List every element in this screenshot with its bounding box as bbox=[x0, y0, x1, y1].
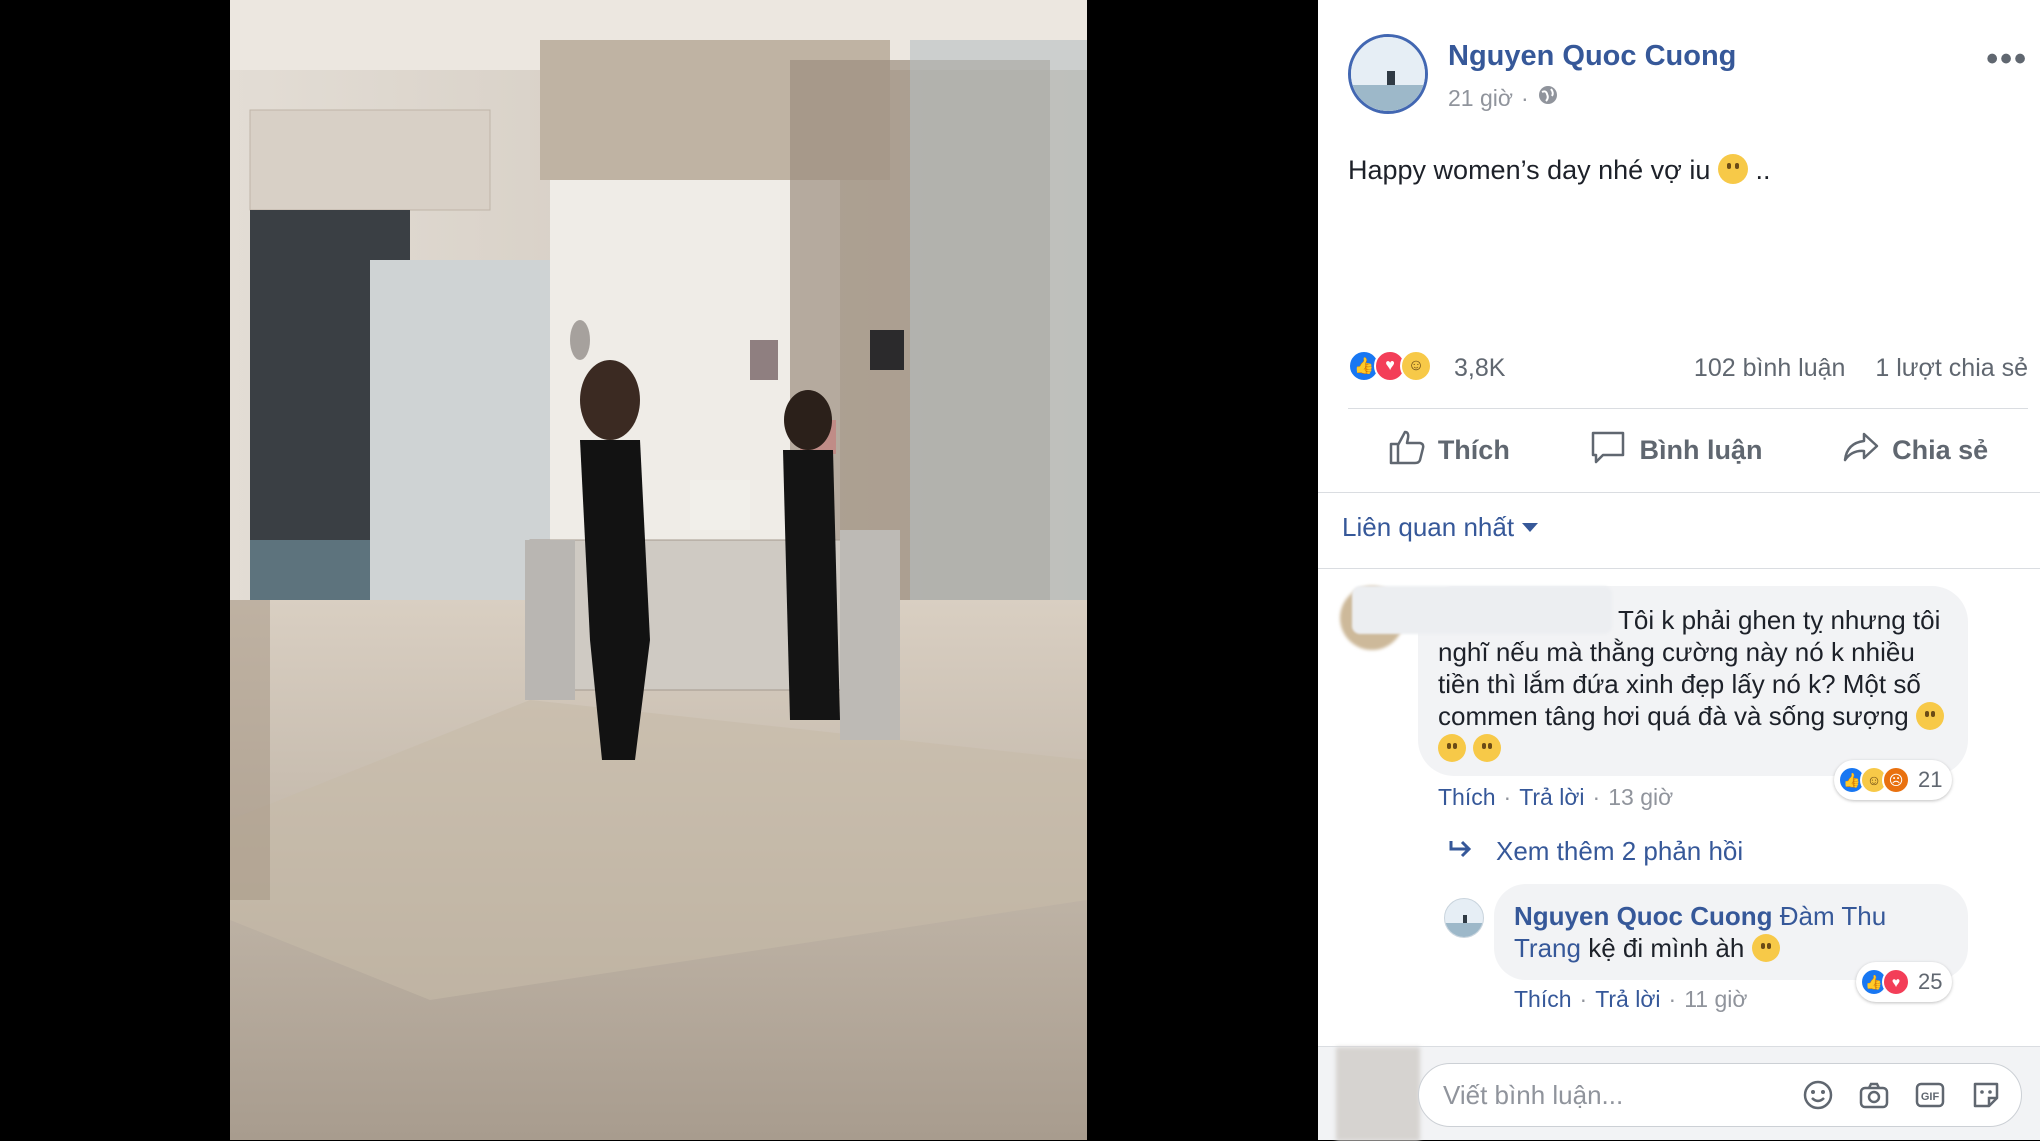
comment-time[interactable]: 13 giờ bbox=[1608, 784, 1673, 811]
divider bbox=[1318, 568, 2040, 569]
like-icon bbox=[1388, 429, 1426, 472]
separator: · bbox=[1579, 986, 1588, 1012]
emoji-icon[interactable] bbox=[1801, 1078, 1835, 1112]
reply-text: Nguyen Quoc Cuong Đàm Thu Trang kệ đi mì… bbox=[1514, 900, 1954, 964]
composer-icons: GIF bbox=[1801, 1078, 2003, 1112]
reply-reply-link[interactable]: Trả lời bbox=[1595, 986, 1660, 1013]
view-replies-label: Xem thêm 2 phản hồi bbox=[1496, 836, 1744, 866]
viewer-avatar bbox=[1336, 1047, 1420, 1141]
post-text: Happy women’s day nhé vợ iu .. bbox=[1348, 154, 1770, 186]
reply-like-link[interactable]: Thích bbox=[1514, 986, 1572, 1013]
post-header: Nguyen Quoc Cuong 21 giờ · ••• bbox=[1348, 34, 2028, 114]
comment-label: Bình luận bbox=[1639, 434, 1763, 465]
author-name[interactable]: Nguyen Quoc Cuong bbox=[1448, 40, 1736, 73]
smile-emoji-icon bbox=[1751, 934, 1780, 962]
reaction-count[interactable]: 3,8K bbox=[1454, 354, 1505, 383]
share-count[interactable]: 1 lượt chia sẻ bbox=[1875, 354, 2028, 382]
comment-share-counts: 102 bình luận 1 lượt chia sẻ bbox=[1694, 354, 2028, 383]
share-icon bbox=[1842, 429, 1880, 472]
reply-author-avatar[interactable] bbox=[1444, 898, 1484, 938]
grimace-emoji-icon bbox=[1438, 734, 1466, 762]
post-text-suffix: .. bbox=[1755, 155, 1771, 185]
comment-reply-link[interactable]: Trả lời bbox=[1519, 784, 1584, 811]
gif-icon[interactable]: GIF bbox=[1913, 1078, 1947, 1112]
comment-composer: Viết bình luận... GIF bbox=[1318, 1046, 2040, 1141]
separator: · bbox=[1592, 784, 1601, 810]
comment-sort-dropdown[interactable]: Liên quan nhất bbox=[1342, 512, 1539, 543]
comment-icon bbox=[1589, 429, 1627, 472]
reply-reactions[interactable]: 👍 ♥ 25 bbox=[1856, 962, 1953, 1002]
love-reaction-icon: ♥ bbox=[1882, 968, 1910, 996]
share-button[interactable]: Chia sẻ bbox=[1842, 429, 1988, 472]
photo-illustration bbox=[230, 0, 1087, 1140]
grimace-emoji-icon bbox=[1915, 702, 1944, 730]
svg-text:GIF: GIF bbox=[1921, 1091, 1940, 1103]
camera-icon[interactable] bbox=[1857, 1078, 1891, 1112]
comment-count[interactable]: 102 bình luận bbox=[1694, 354, 1846, 382]
reply-arrow-icon bbox=[1448, 836, 1474, 867]
post-stats: 👍 ♥ ☺ 3,8K 102 bình luận 1 lượt chia sẻ bbox=[1348, 346, 2028, 390]
globe-icon[interactable] bbox=[1537, 84, 1559, 112]
reply-reaction-count: 25 bbox=[1918, 969, 1943, 994]
comment-input-placeholder: Viết bình luận... bbox=[1443, 1080, 1624, 1110]
reply-author-name[interactable]: Nguyen Quoc Cuong bbox=[1514, 901, 1773, 931]
comment-reaction-count: 21 bbox=[1918, 767, 1943, 792]
meta-separator: · bbox=[1520, 84, 1529, 111]
post-text-body: Happy women’s day nhé vợ iu bbox=[1348, 155, 1711, 185]
separator: · bbox=[1668, 986, 1677, 1012]
grimace-emoji-icon bbox=[1473, 734, 1502, 762]
comment-like-link[interactable]: Thích bbox=[1438, 784, 1496, 811]
post-actions: Thích Bình luận Chia sẻ bbox=[1348, 418, 2028, 482]
view-more-replies-link[interactable]: Xem thêm 2 phản hồi bbox=[1448, 836, 1743, 867]
photo-theater bbox=[0, 0, 1318, 1140]
haha-reaction-icon: ☺ bbox=[1400, 350, 1432, 382]
comment-reactions[interactable]: 👍 ☺ ☹ 21 bbox=[1834, 760, 1953, 800]
comment-text-body: Tôi k phải ghen tỵ nhưng tôi nghĩ nếu mà… bbox=[1438, 605, 1941, 731]
reaction-icons[interactable]: 👍 ♥ ☺ bbox=[1348, 350, 1432, 382]
chevron-down-icon bbox=[1522, 523, 1539, 532]
reply-actions: Thích · Trả lời · 11 giờ bbox=[1514, 986, 1747, 1013]
post-photo[interactable] bbox=[230, 0, 1087, 1140]
comment-actions: Thích · Trả lời · 13 giờ bbox=[1438, 784, 1673, 811]
like-label: Thích bbox=[1437, 434, 1510, 465]
reply-time[interactable]: 11 giờ bbox=[1684, 986, 1747, 1013]
share-label: Chia sẻ bbox=[1892, 434, 1989, 465]
reply-body: kệ đi mình àh bbox=[1588, 933, 1745, 963]
sort-label: Liên quan nhất bbox=[1342, 512, 1515, 542]
more-icon[interactable]: ••• bbox=[1986, 40, 2028, 79]
separator: · bbox=[1503, 784, 1512, 810]
comment-button[interactable]: Bình luận bbox=[1589, 429, 1762, 472]
author-avatar[interactable] bbox=[1348, 34, 1428, 114]
post-meta: 21 giờ · bbox=[1448, 84, 1559, 112]
post-time[interactable]: 21 giờ bbox=[1448, 85, 1513, 112]
angry-reaction-icon: ☹ bbox=[1882, 766, 1910, 794]
divider bbox=[1318, 492, 2040, 493]
like-button[interactable]: Thích bbox=[1388, 429, 1510, 472]
divider bbox=[1348, 408, 2028, 409]
comment-text: Tôi k phải ghen tỵ nhưng tôi nghĩ nếu mà… bbox=[1438, 604, 1948, 764]
smile-emoji-icon bbox=[1717, 154, 1748, 184]
comment-input[interactable]: Viết bình luận... GIF bbox=[1418, 1063, 2022, 1127]
sticker-icon[interactable] bbox=[1969, 1078, 2003, 1112]
